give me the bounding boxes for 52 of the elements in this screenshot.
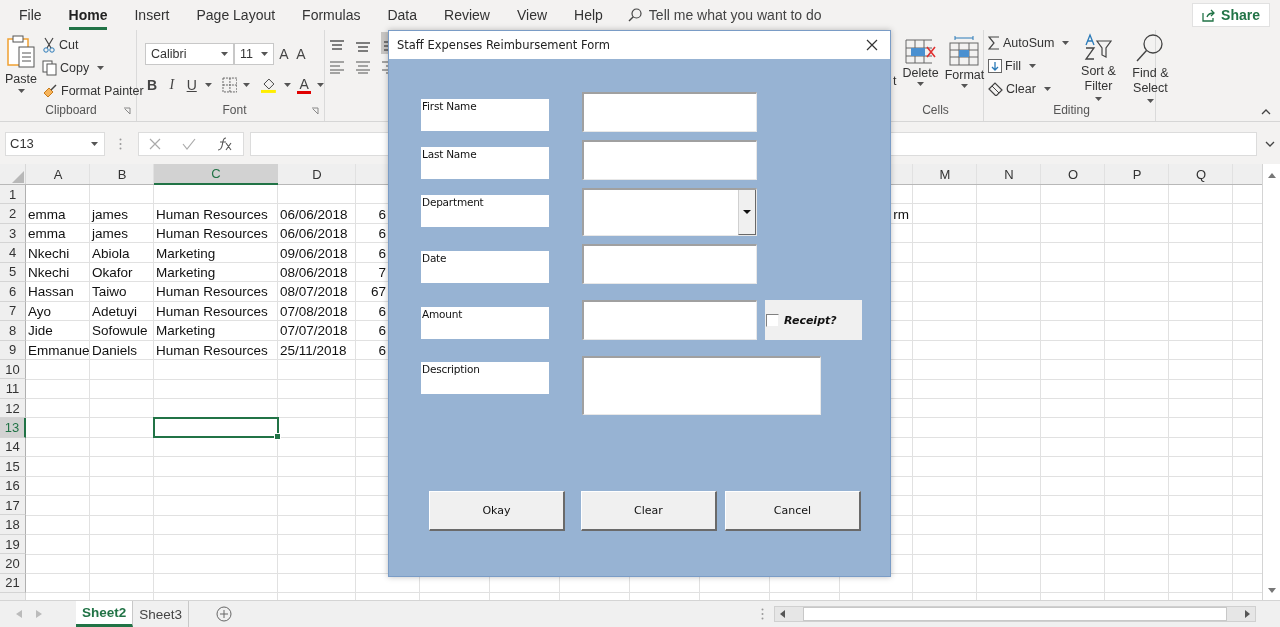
- table-cell-text: 67: [369, 283, 387, 302]
- table-cell-text: 07/08/2018: [279, 302, 349, 321]
- table-cell-text: 07/07/2018: [279, 322, 349, 341]
- table-cell-text: Human Resources: [155, 302, 269, 321]
- table-cell-text: Taiwo: [91, 283, 128, 302]
- table-cell-text: Nkechi: [27, 244, 71, 263]
- group-label: Font: [222, 103, 247, 119]
- table-cell-text: 6: [377, 302, 387, 321]
- table-cell-text: 6: [377, 244, 387, 263]
- field-label: Last Name: [421, 147, 549, 179]
- table-cell-text: Ayo: [27, 302, 53, 321]
- table-cell-text: rm: [893, 206, 910, 222]
- table-cell-text: Sofowule: [91, 322, 149, 341]
- table-cell-text: emma: [27, 205, 67, 224]
- table-cell-text: 6: [377, 225, 387, 244]
- table-cell-text: Jide: [27, 322, 54, 341]
- group-label: Clipboard: [45, 103, 97, 119]
- field-label: First Name: [421, 99, 549, 131]
- table-cell-text: Marketing: [155, 263, 217, 282]
- table-cell-text: 06/06/2018: [279, 225, 349, 244]
- table-cell-text: Hassan: [27, 283, 75, 302]
- table-cell-text: Marketing: [155, 322, 217, 341]
- field-label: Date: [421, 251, 549, 283]
- table-cell-text: james: [90, 225, 129, 244]
- table-cell-text: emma: [27, 225, 67, 244]
- field-label: Description: [421, 362, 549, 394]
- table-cell-text: Human Resources: [155, 283, 269, 302]
- table-cell-text: 06/06/2018: [279, 205, 349, 224]
- table-cell-text: Nkechi: [27, 263, 71, 282]
- table-cell-text: Okafor: [91, 263, 134, 282]
- field-label: Amount: [421, 307, 549, 339]
- group-label: Cells: [922, 103, 949, 119]
- table-cell-text: Human Resources: [155, 205, 269, 224]
- table-cell-text: Abiola: [91, 244, 131, 263]
- table-cell-text: Human Resources: [155, 225, 269, 244]
- table-cell-text: Marketing: [155, 244, 217, 263]
- table-cell-text: Human Resources: [155, 341, 269, 360]
- table-cell-text: 09/06/2018: [279, 244, 349, 263]
- table-cell-text: 6: [377, 341, 387, 360]
- table-cell-text: 08/07/2018: [279, 283, 349, 302]
- table-cell-text: Daniels: [91, 341, 139, 360]
- table-cell-text: james: [90, 205, 129, 224]
- table-cell-text: 25/11/2018: [279, 341, 348, 360]
- table-cell-text: 6: [377, 322, 387, 341]
- field-label: Department: [421, 195, 549, 227]
- dialog-title: Staff Expenses Reimbursement Form: [397, 38, 610, 52]
- group-label: Editing: [1053, 103, 1090, 119]
- table-cell-text: 08/06/2018: [279, 263, 349, 282]
- table-cell-text: Adetuyi: [91, 302, 139, 321]
- table-cell-text: 7: [377, 263, 387, 282]
- table-cell-text: Emmanue: [27, 341, 90, 360]
- table-cell-text: 6: [377, 205, 387, 224]
